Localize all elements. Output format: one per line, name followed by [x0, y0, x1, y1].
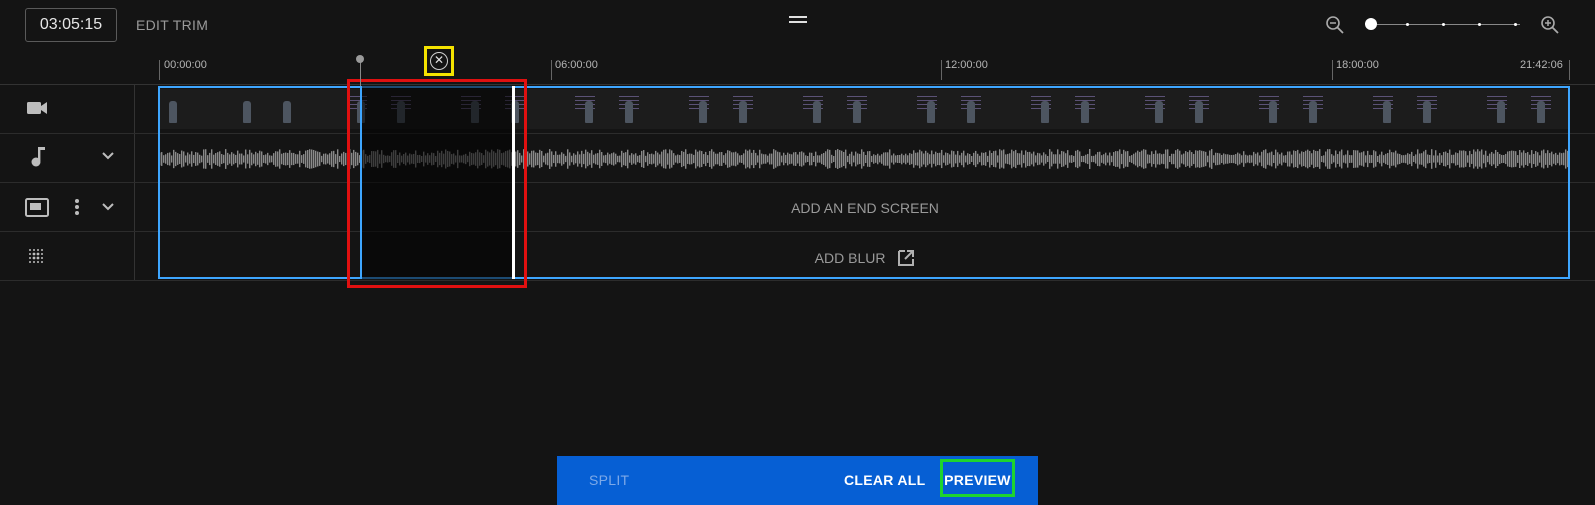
zoom-in-icon[interactable]: [1540, 15, 1560, 35]
ruler-label: 21:42:06: [1520, 59, 1563, 71]
ruler-label: 06:00:00: [555, 59, 598, 71]
split-button[interactable]: SPLIT: [589, 456, 629, 505]
preview-button[interactable]: PREVIEW: [940, 459, 1015, 497]
video-camera-icon: [27, 102, 47, 114]
chevron-down-icon[interactable]: [101, 151, 115, 161]
ruler-label: 18:00:00: [1336, 59, 1379, 71]
ruler-tick: [159, 60, 160, 80]
row-divider: [0, 280, 1595, 281]
ruler-divider: [0, 84, 1595, 85]
zoom-step-dot: [1406, 23, 1409, 26]
playhead-handle[interactable]: [356, 55, 364, 63]
close-circle-icon[interactable]: ✕: [430, 52, 448, 70]
music-note-icon: [31, 147, 45, 167]
edit-trim-label: EDIT TRIM: [136, 17, 209, 33]
clear-all-button[interactable]: CLEAR ALL: [844, 456, 926, 505]
removed-segment-highlight: [347, 79, 527, 288]
playhead-line[interactable]: [360, 60, 361, 86]
zoom-step-dot: [1442, 23, 1445, 26]
trim-action-bar: SPLIT CLEAR ALL PREVIEW: [557, 456, 1038, 505]
zoom-step-dot: [1478, 23, 1481, 26]
ruler-label: 12:00:00: [945, 59, 988, 71]
ruler-tick: [551, 60, 552, 80]
drag-handle-icon[interactable]: [789, 16, 807, 23]
zoom-slider-thumb[interactable]: [1365, 18, 1377, 30]
ruler-tick: [1569, 60, 1570, 80]
zoom-step-dot: [1514, 23, 1517, 26]
timecode-display[interactable]: 03:05:15: [25, 8, 117, 42]
ruler-tick: [1332, 60, 1333, 80]
ruler-label: 00:00:00: [164, 59, 207, 71]
zoom-slider-track[interactable]: [1372, 24, 1520, 25]
zoom-out-icon[interactable]: [1325, 15, 1345, 35]
ruler-tick: [941, 60, 942, 80]
